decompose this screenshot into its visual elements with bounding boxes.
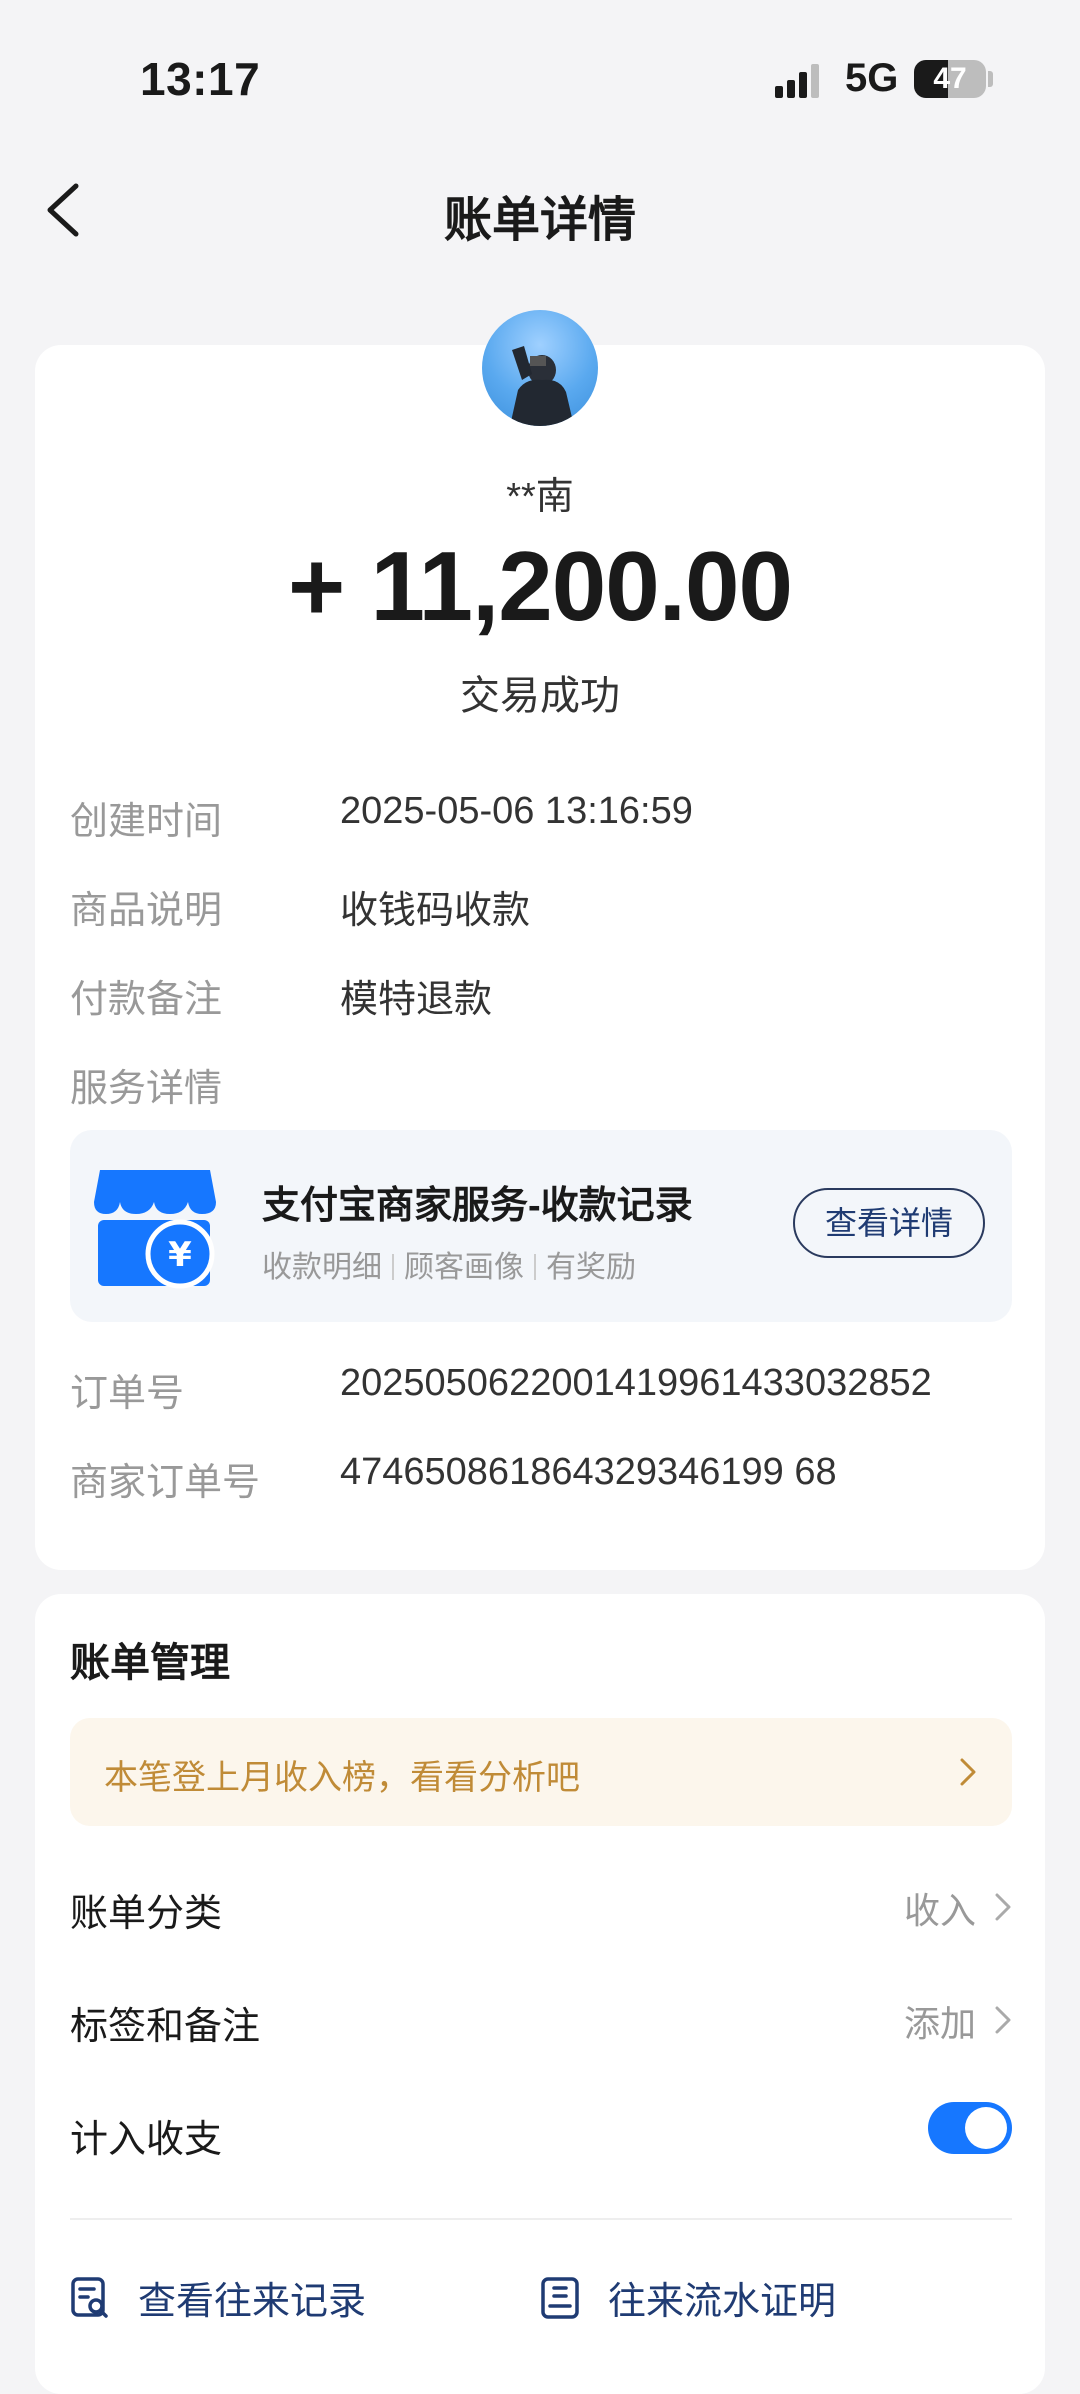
- divider: [70, 2218, 1012, 2220]
- avatar[interactable]: [482, 310, 598, 426]
- network-type: 5G: [845, 56, 899, 100]
- statement-doc-icon: [541, 2277, 579, 2319]
- order-value: 2025050622001419961433032852: [340, 1362, 932, 1404]
- action-label: 往来流水证明: [608, 2281, 837, 2323]
- row-label: 标签和备注: [70, 2006, 261, 2048]
- section-title: 账单管理: [70, 1641, 230, 1685]
- banner-text: 本笔登上月收入榜，看看分析吧: [104, 1759, 580, 1797]
- chevron-right-icon: [995, 2006, 1011, 2034]
- store-yuan-icon: ¥: [94, 1170, 216, 1289]
- include-in-budget-row: 计入收支: [70, 2102, 1012, 2168]
- order-label: 商家订单号: [70, 1462, 261, 1504]
- battery-tip: [988, 71, 993, 87]
- svg-text:¥: ¥: [168, 1235, 192, 1275]
- detail-label: 商品说明: [70, 890, 223, 932]
- detail-label: 创建时间: [70, 801, 223, 843]
- service-subtitle: 收款明细 顾客画像 有奖励: [262, 1242, 636, 1286]
- service-subtitle-item: 收款明细: [262, 1251, 382, 1284]
- toggle-knob: [965, 2107, 1007, 2149]
- bill-category-row[interactable]: 账单分类 收入: [70, 1882, 1012, 1942]
- nav-bar: 账单详情: [0, 160, 1080, 260]
- income-ranking-banner[interactable]: 本笔登上月收入榜，看看分析吧: [70, 1718, 1012, 1826]
- service-title: 支付宝商家服务-收款记录: [262, 1185, 693, 1227]
- order-label: 订单号: [70, 1373, 185, 1415]
- detail-value: 收钱码收款: [340, 890, 531, 932]
- service-subtitle-item: 有奖励: [546, 1251, 636, 1284]
- record-search-icon: [71, 2277, 108, 2318]
- merchant-service-card[interactable]: ¥ 支付宝商家服务-收款记录 收款明细 顾客画像 有奖励 查看详情: [70, 1130, 1012, 1322]
- chevron-right-icon: [960, 1758, 976, 1786]
- action-label: 查看往来记录: [138, 2281, 367, 2323]
- transaction-amount: + 11,200.00: [287, 531, 793, 641]
- detail-label: 服务详情: [70, 1068, 223, 1110]
- counterparty-name: **南: [506, 476, 574, 518]
- separator: [534, 1254, 536, 1280]
- battery-percent: 47: [933, 62, 967, 95]
- view-details-button[interactable]: 查看详情: [793, 1188, 985, 1258]
- order-value: 474650861864329346199 68: [340, 1451, 837, 1493]
- row-value: 添加: [903, 2003, 976, 2044]
- avatar-photo: [510, 346, 574, 426]
- separator: [392, 1254, 394, 1280]
- status-time: 13:17: [140, 53, 261, 105]
- row-value: 收入: [903, 1890, 976, 1931]
- service-subtitle-item: 顾客画像: [404, 1251, 524, 1284]
- detail-value: 模特退款: [340, 979, 493, 1021]
- include-in-budget-toggle[interactable]: [928, 2102, 1012, 2154]
- transaction-status: 交易成功: [460, 674, 620, 718]
- row-label: 账单分类: [70, 1893, 223, 1935]
- battery-icon: 47: [914, 60, 986, 98]
- detail-label: 付款备注: [70, 979, 223, 1021]
- detail-value: 2025-05-06 13:16:59: [340, 790, 693, 832]
- tags-notes-row[interactable]: 标签和备注 添加: [70, 1995, 1012, 2055]
- page-title: 账单详情: [443, 194, 636, 247]
- chevron-right-icon: [995, 1893, 1011, 1921]
- status-bar: 13:17 5G 47: [0, 0, 1080, 140]
- signal-icon: [775, 64, 819, 98]
- row-label: 计入收支: [70, 2119, 223, 2161]
